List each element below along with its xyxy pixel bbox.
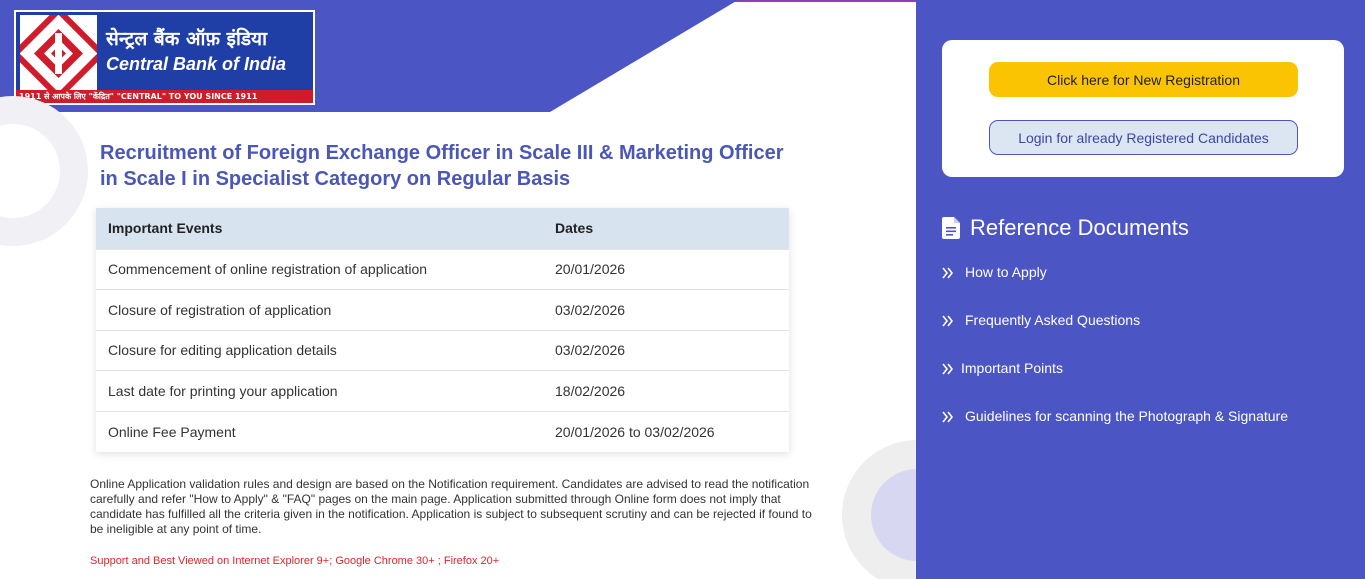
event-date-cell: 20/01/2026 to 03/02/2026 [543,410,789,452]
table-row: Online Fee Payment 20/01/2026 to 03/02/2… [96,410,789,452]
login-button[interactable]: Login for already Registered Candidates [989,120,1298,155]
double-chevron-right-icon [942,410,954,423]
link-label: Important Points [961,360,1063,376]
event-date-cell: 03/02/2026 [543,329,789,371]
important-events-table: Important Events Dates Commencement of o… [96,208,789,452]
decorative-ring [0,96,88,246]
logo-tagline: 1911 से आपके लिए "केंद्रित" "CENTRAL" TO… [16,90,313,103]
reference-documents-header: Reference Documents [942,215,1189,241]
event-name-cell: Commencement of online registration of a… [96,248,543,290]
reference-documents-title: Reference Documents [970,215,1189,240]
event-name-cell: Closure for editing application details [96,329,543,371]
double-chevron-right-icon [942,314,954,327]
event-name-cell: Last date for printing your application [96,370,543,411]
link-how-to-apply[interactable]: How to Apply [942,264,1047,280]
event-date-cell: 03/02/2026 [543,289,789,330]
event-date-cell: 20/01/2026 [543,248,789,290]
table-row: Closure of registration of application 0… [96,289,789,330]
application-note: Online Application validation rules and … [90,477,812,536]
link-label: Frequently Asked Questions [965,312,1141,328]
event-name-cell: Online Fee Payment [96,410,543,452]
bank-logo-emblem-icon [11,6,106,101]
registration-card: Click here for New Registration Login fo… [942,40,1344,177]
table-row: Closure for editing application details … [96,329,789,371]
page-title: Recruitment of Foreign Exchange Officer … [100,142,784,190]
new-registration-button[interactable]: Click here for New Registration [989,62,1298,97]
link-faq[interactable]: Frequently Asked Questions [942,312,1140,328]
sidebar-panel: Click here for New Registration Login fo… [916,0,1365,579]
logo-hindi-name: सेन्ट्रल बैंक ऑफ़ इंडिया [106,28,267,50]
table-header-row: Important Events Dates [96,208,789,249]
document-icon [942,217,960,239]
browser-support-note: Support and Best Viewed on Internet Expl… [90,555,500,567]
event-date-cell: 18/02/2026 [543,370,789,411]
table-row: Commencement of online registration of a… [96,248,789,290]
bank-logo[interactable]: सेन्ट्रल बैंक ऑफ़ इंडिया Central Bank of… [11,6,315,105]
table-row: Last date for printing your application … [96,370,789,411]
column-header-dates: Dates [543,208,789,249]
column-header-events: Important Events [96,208,543,249]
link-label: How to Apply [965,264,1047,280]
link-scanning-guidelines[interactable]: Guidelines for scanning the Photograph &… [942,408,1288,424]
logo-english-name: Central Bank of India [106,54,287,74]
double-chevron-right-icon [942,362,954,375]
link-important-points[interactable]: Important Points [942,360,1063,376]
double-chevron-right-icon [942,266,954,279]
link-label: Guidelines for scanning the Photograph &… [965,408,1288,424]
event-name-cell: Closure of registration of application [96,289,543,330]
